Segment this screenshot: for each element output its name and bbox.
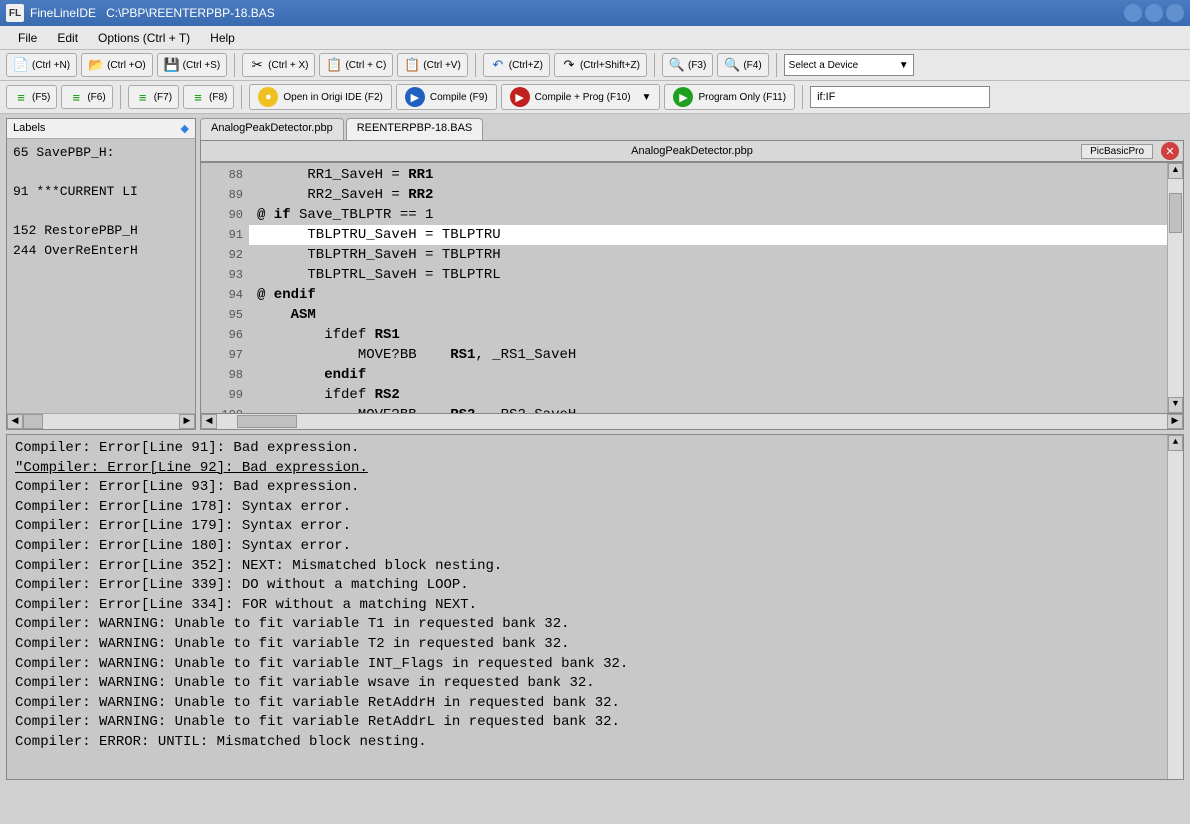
play-icon: ▶	[405, 87, 425, 107]
toolbar-main: 📄(Ctrl +N) 📂(Ctrl +O) 💾(Ctrl +S) ✂(Ctrl …	[0, 50, 1190, 81]
close-button[interactable]	[1166, 4, 1184, 22]
menu-help[interactable]: Help	[200, 28, 245, 48]
new-icon: 📄	[13, 57, 29, 73]
findnext-icon: 🔍	[724, 57, 740, 73]
output-line: Compiler: Error[Line 179]: Syntax error.	[15, 517, 1175, 537]
open-ide-button[interactable]: ●Open in Origi IDE (F2)	[249, 84, 391, 110]
editor-tabs: AnalogPeakDetector.pbpREENTERPBP-18.BAS	[200, 118, 1184, 140]
file-name: AnalogPeakDetector.pbp	[201, 145, 1183, 157]
editor-vscroll[interactable]: ▲▼	[1167, 163, 1183, 413]
play3-icon: ▶	[673, 87, 693, 107]
undo-icon: ↶	[490, 57, 506, 73]
editor-tab[interactable]: AnalogPeakDetector.pbp	[200, 118, 344, 140]
cut-button[interactable]: ✂(Ctrl + X)	[242, 53, 315, 77]
redo-icon: ↷	[561, 57, 577, 73]
output-line: Compiler: Error[Line 352]: NEXT: Mismatc…	[15, 557, 1175, 577]
program-only-button[interactable]: ▶Program Only (F11)	[664, 84, 795, 110]
vscroll-thumb[interactable]	[1169, 193, 1182, 233]
scroll-thumb[interactable]	[23, 414, 43, 429]
output-vscroll[interactable]: ▲	[1167, 435, 1183, 779]
app-title: FineLineIDE C:\PBP\REENTERPBP-18.BAS	[30, 6, 275, 20]
menubar: File Edit Options (Ctrl + T) Help	[0, 26, 1190, 50]
menu-edit[interactable]: Edit	[47, 28, 88, 48]
new-button[interactable]: 📄(Ctrl +N)	[6, 53, 77, 77]
scroll-up-icon[interactable]: ▲	[1168, 163, 1183, 179]
output-line: Compiler: WARNING: Unable to fit variabl…	[15, 694, 1175, 714]
line-gutter: 888990919293949596979899100	[201, 163, 249, 413]
if-input[interactable]: if:IF	[810, 86, 990, 108]
open-icon: 📂	[88, 57, 104, 73]
output-line: Compiler: WARNING: Unable to fit variabl…	[15, 655, 1175, 675]
hscroll-thumb[interactable]	[237, 415, 297, 428]
play2-icon: ▶	[510, 87, 530, 107]
scroll-down-icon[interactable]: ▼	[1168, 397, 1183, 413]
outdent-icon: ≡	[68, 89, 84, 105]
f8-button[interactable]: ≡(F8)	[183, 85, 234, 109]
scroll-left-icon[interactable]: ◀	[201, 414, 217, 429]
maximize-button[interactable]	[1145, 4, 1163, 22]
editor-hscroll[interactable]: ◀▶	[200, 414, 1184, 430]
menu-file[interactable]: File	[8, 28, 47, 48]
compile-prog-button[interactable]: ▶Compile + Prog (F10)▼	[501, 84, 661, 110]
copy-button[interactable]: 📋(Ctrl + C)	[319, 53, 393, 77]
redo-button[interactable]: ↷(Ctrl+Shift+Z)	[554, 53, 647, 77]
scroll-left-icon[interactable]: ◀	[7, 414, 23, 429]
minimize-button[interactable]	[1124, 4, 1142, 22]
f5-button[interactable]: ≡(F5)	[6, 85, 57, 109]
chevron-down-icon[interactable]: ▼	[642, 92, 652, 103]
editor-tab[interactable]: REENTERPBP-18.BAS	[346, 118, 484, 140]
scroll-right-icon[interactable]: ▶	[1167, 414, 1183, 429]
app-logo: FL	[6, 4, 24, 22]
scroll-right-icon[interactable]: ▶	[179, 414, 195, 429]
scroll-up-icon[interactable]: ▲	[1168, 435, 1183, 451]
output-line: Compiler: ERROR: UNTIL: Mismatched block…	[15, 733, 1175, 753]
compiler-output[interactable]: Compiler: Error[Line 91]: Bad expression…	[6, 434, 1184, 780]
undo-button[interactable]: ↶(Ctrl+Z)	[483, 53, 550, 77]
compile-button[interactable]: ▶Compile (F9)	[396, 84, 497, 110]
close-file-button[interactable]: ✕	[1161, 142, 1179, 160]
find-button[interactable]: 🔍(F3)	[662, 53, 713, 77]
device-select[interactable]: Select a Device▼	[784, 54, 914, 76]
chevron-down-icon: ▼	[899, 60, 909, 71]
titlebar: FL FineLineIDE C:\PBP\REENTERPBP-18.BAS	[0, 0, 1190, 26]
output-line: Compiler: Error[Line 93]: Bad expression…	[15, 478, 1175, 498]
cut-icon: ✂	[249, 57, 265, 73]
paste-button[interactable]: 📋(Ctrl +V)	[397, 53, 468, 77]
labels-header[interactable]: Labels◆	[7, 119, 195, 139]
output-line: Compiler: Error[Line 180]: Syntax error.	[15, 537, 1175, 557]
labels-list[interactable]: 65 SavePBP_H: 91 ***CURRENT LI 152 Resto…	[7, 139, 195, 413]
language-selector[interactable]: PicBasicPro	[1081, 144, 1153, 159]
code-body[interactable]: RR1_SaveH = RR1 RR2_SaveH = RR2@ if Save…	[249, 163, 1167, 413]
toolbar-secondary: ≡(F5) ≡(F6) ≡(F7) ≡(F8) ●Open in Origi I…	[0, 81, 1190, 114]
indent-icon: ≡	[13, 89, 29, 105]
file-header: AnalogPeakDetector.pbp PicBasicPro ✕	[200, 140, 1184, 162]
output-line: Compiler: WARNING: Unable to fit variabl…	[15, 674, 1175, 694]
output-line: Compiler: Error[Line 91]: Bad expression…	[15, 439, 1175, 459]
output-line: "Compiler: Error[Line 92]: Bad expressio…	[15, 459, 1175, 479]
indent2-icon: ≡	[135, 89, 151, 105]
paste-icon: 📋	[404, 57, 420, 73]
code-editor[interactable]: 888990919293949596979899100 RR1_SaveH = …	[200, 162, 1184, 414]
labels-sidebar: Labels◆ 65 SavePBP_H: 91 ***CURRENT LI 1…	[6, 118, 196, 430]
outdent2-icon: ≡	[190, 89, 206, 105]
output-line: Compiler: Error[Line 339]: DO without a …	[15, 576, 1175, 596]
save-icon: 💾	[164, 57, 180, 73]
sidebar-hscroll[interactable]: ◀▶	[7, 413, 195, 429]
find-icon: 🔍	[669, 57, 685, 73]
f6-button[interactable]: ≡(F6)	[61, 85, 112, 109]
diamond-icon: ◆	[181, 122, 189, 135]
f7-button[interactable]: ≡(F7)	[128, 85, 179, 109]
save-button[interactable]: 💾(Ctrl +S)	[157, 53, 228, 77]
output-line: Compiler: WARNING: Unable to fit variabl…	[15, 635, 1175, 655]
ide-icon: ●	[258, 87, 278, 107]
output-line: Compiler: WARNING: Unable to fit variabl…	[15, 615, 1175, 635]
output-line: Compiler: WARNING: Unable to fit variabl…	[15, 713, 1175, 733]
output-line: Compiler: Error[Line 334]: FOR without a…	[15, 596, 1175, 616]
output-line: Compiler: Error[Line 178]: Syntax error.	[15, 498, 1175, 518]
menu-options[interactable]: Options (Ctrl + T)	[88, 28, 200, 48]
findnext-button[interactable]: 🔍(F4)	[717, 53, 768, 77]
open-button[interactable]: 📂(Ctrl +O)	[81, 53, 153, 77]
copy-icon: 📋	[326, 57, 342, 73]
